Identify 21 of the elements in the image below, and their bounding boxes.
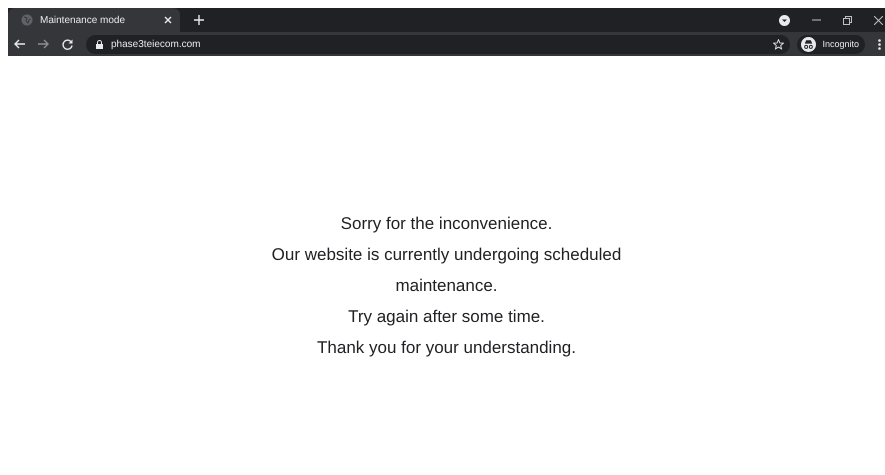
tab-search-icon[interactable] [779, 14, 790, 26]
lock-icon [96, 40, 103, 48]
back-icon[interactable] [14, 39, 25, 49]
message-text: Our website is currently undergoing scheduled maintenance. [270, 244, 622, 297]
close-window-icon[interactable] [874, 16, 883, 24]
incognito-button[interactable]: Incognito [797, 34, 865, 54]
globe-icon [21, 14, 33, 26]
message-text: Thank you for your understanding. [317, 337, 576, 359]
browser-tab[interactable]: Maintenance mode [8, 8, 180, 32]
forward-icon[interactable] [38, 39, 49, 49]
message-text: Sorry for the inconvenience. [340, 213, 552, 235]
minimize-icon[interactable] [812, 19, 821, 21]
message-text: Try again after some time. [348, 306, 545, 328]
incognito-icon [801, 36, 816, 52]
close-icon[interactable] [164, 16, 172, 24]
reload-icon[interactable] [62, 38, 73, 50]
address-bar[interactable]: phase3teiecom.com [86, 34, 790, 54]
restore-icon[interactable] [843, 16, 852, 24]
new-tab-icon[interactable] [194, 15, 204, 25]
star-icon[interactable] [773, 38, 784, 50]
menu-icon[interactable] [878, 38, 881, 50]
